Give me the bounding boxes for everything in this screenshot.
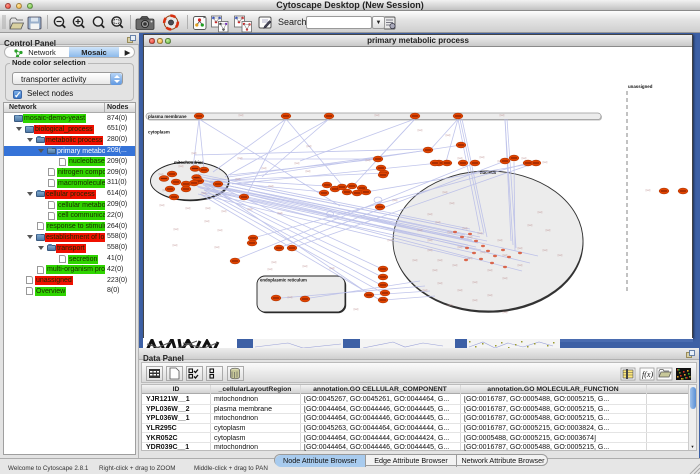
svg-text:[xx]: [xx] bbox=[458, 288, 463, 292]
svg-text:[xx]: [xx] bbox=[450, 201, 455, 205]
svg-text:[xx]: [xx] bbox=[236, 177, 241, 181]
svg-text:[xx]: [xx] bbox=[295, 161, 300, 165]
svg-text:[xx]: [xx] bbox=[262, 166, 267, 170]
svg-text:[xx]: [xx] bbox=[160, 203, 165, 207]
svg-text:[xx]: [xx] bbox=[458, 156, 463, 160]
svg-text:[xx]: [xx] bbox=[473, 298, 478, 302]
svg-text:[xx]: [xx] bbox=[222, 209, 227, 213]
svg-text:[xx]: [xx] bbox=[646, 188, 651, 192]
svg-text:[xx]: [xx] bbox=[481, 250, 486, 254]
svg-text:[xx]: [xx] bbox=[388, 238, 393, 242]
svg-text:[xx]: [xx] bbox=[307, 144, 312, 148]
svg-text:[xx]: [xx] bbox=[438, 281, 443, 285]
svg-text:[xx]: [xx] bbox=[448, 303, 453, 307]
svg-text:[xx]: [xx] bbox=[174, 227, 179, 231]
svg-text:[xx]: [xx] bbox=[375, 113, 380, 117]
svg-text:[xx]: [xx] bbox=[330, 266, 335, 270]
svg-text:[xx]: [xx] bbox=[303, 264, 308, 268]
svg-text:[xx]: [xx] bbox=[473, 280, 478, 284]
svg-text:[xx]: [xx] bbox=[500, 113, 505, 117]
svg-text:[xx]: [xx] bbox=[186, 206, 191, 210]
svg-text:[xx]: [xx] bbox=[446, 133, 451, 137]
svg-text:[xx]: [xx] bbox=[503, 310, 508, 314]
svg-text:[xx]: [xx] bbox=[173, 243, 178, 247]
svg-text:[xx]: [xx] bbox=[179, 164, 184, 168]
svg-text:[xx]: [xx] bbox=[238, 156, 243, 160]
svg-text:cytoplasm: cytoplasm bbox=[148, 130, 170, 135]
svg-text:[xx]: [xx] bbox=[478, 231, 483, 235]
svg-text:[xx]: [xx] bbox=[428, 212, 433, 216]
svg-text:[xx]: [xx] bbox=[354, 307, 359, 311]
svg-text:[xx]: [xx] bbox=[528, 223, 533, 227]
svg-text:[xx]: [xx] bbox=[306, 169, 311, 173]
svg-text:[xx]: [xx] bbox=[248, 207, 253, 211]
svg-text:[xx]: [xx] bbox=[428, 248, 433, 252]
svg-text:[xx]: [xx] bbox=[463, 226, 468, 230]
svg-text:[xx]: [xx] bbox=[206, 206, 211, 210]
svg-text:[xx]: [xx] bbox=[288, 295, 293, 299]
svg-text:[xx]: [xx] bbox=[518, 263, 523, 267]
svg-text:[xx]: [xx] bbox=[366, 158, 371, 162]
svg-text:[xx]: [xx] bbox=[239, 113, 244, 117]
svg-text:[xx]: [xx] bbox=[448, 230, 453, 234]
svg-text:[xx]: [xx] bbox=[418, 128, 423, 132]
svg-text:[xx]: [xx] bbox=[433, 268, 438, 272]
svg-text:endoplasmic reticulum: endoplasmic reticulum bbox=[260, 277, 307, 282]
svg-text:[xx]: [xx] bbox=[393, 198, 398, 202]
svg-text:[xx]: [xx] bbox=[538, 210, 543, 214]
svg-text:unassigned: unassigned bbox=[628, 84, 653, 89]
svg-text:[xx]: [xx] bbox=[205, 219, 210, 223]
svg-text:[xx]: [xx] bbox=[558, 253, 563, 257]
svg-text:[xx]: [xx] bbox=[423, 288, 428, 292]
svg-text:[xx]: [xx] bbox=[468, 235, 473, 239]
svg-text:f(x): f(x) bbox=[642, 370, 653, 379]
svg-text:[xx]: [xx] bbox=[438, 258, 443, 262]
svg-text:[xx]: [xx] bbox=[488, 268, 493, 272]
svg-text:plasma membrane: plasma membrane bbox=[148, 114, 187, 119]
svg-text:[xx]: [xx] bbox=[518, 246, 523, 250]
svg-text:[xx]: [xx] bbox=[192, 151, 197, 155]
svg-text:[xx]: [xx] bbox=[480, 155, 485, 159]
svg-text:[xx]: [xx] bbox=[543, 160, 548, 164]
svg-text:[xx]: [xx] bbox=[436, 220, 441, 224]
svg-text:[xx]: [xx] bbox=[218, 228, 223, 232]
svg-text:[xx]: [xx] bbox=[458, 245, 463, 249]
svg-text:[xx]: [xx] bbox=[503, 276, 508, 280]
svg-text:[xx]: [xx] bbox=[269, 184, 274, 188]
svg-text:[xx]: [xx] bbox=[546, 228, 551, 232]
svg-text:[xx]: [xx] bbox=[488, 293, 493, 297]
svg-text:[xx]: [xx] bbox=[278, 211, 283, 215]
svg-text:[xx]: [xx] bbox=[215, 245, 220, 249]
svg-text:[xx]: [xx] bbox=[468, 256, 473, 260]
svg-text:[xx]: [xx] bbox=[418, 228, 423, 232]
svg-text:[xx]: [xx] bbox=[503, 253, 508, 257]
svg-text:[xx]: [xx] bbox=[413, 258, 418, 262]
svg-text:[xx]: [xx] bbox=[268, 267, 273, 271]
svg-text:[xx]: [xx] bbox=[543, 248, 548, 252]
svg-text:[xx]: [xx] bbox=[498, 238, 503, 242]
svg-text:[xx]: [xx] bbox=[443, 190, 448, 194]
svg-text:[xx]: [xx] bbox=[522, 156, 527, 160]
svg-text:[xx]: [xx] bbox=[453, 263, 458, 267]
svg-text:[xx]: [xx] bbox=[272, 260, 277, 264]
svg-text:[xx]: [xx] bbox=[428, 238, 433, 242]
svg-text:[xx]: [xx] bbox=[202, 191, 207, 195]
